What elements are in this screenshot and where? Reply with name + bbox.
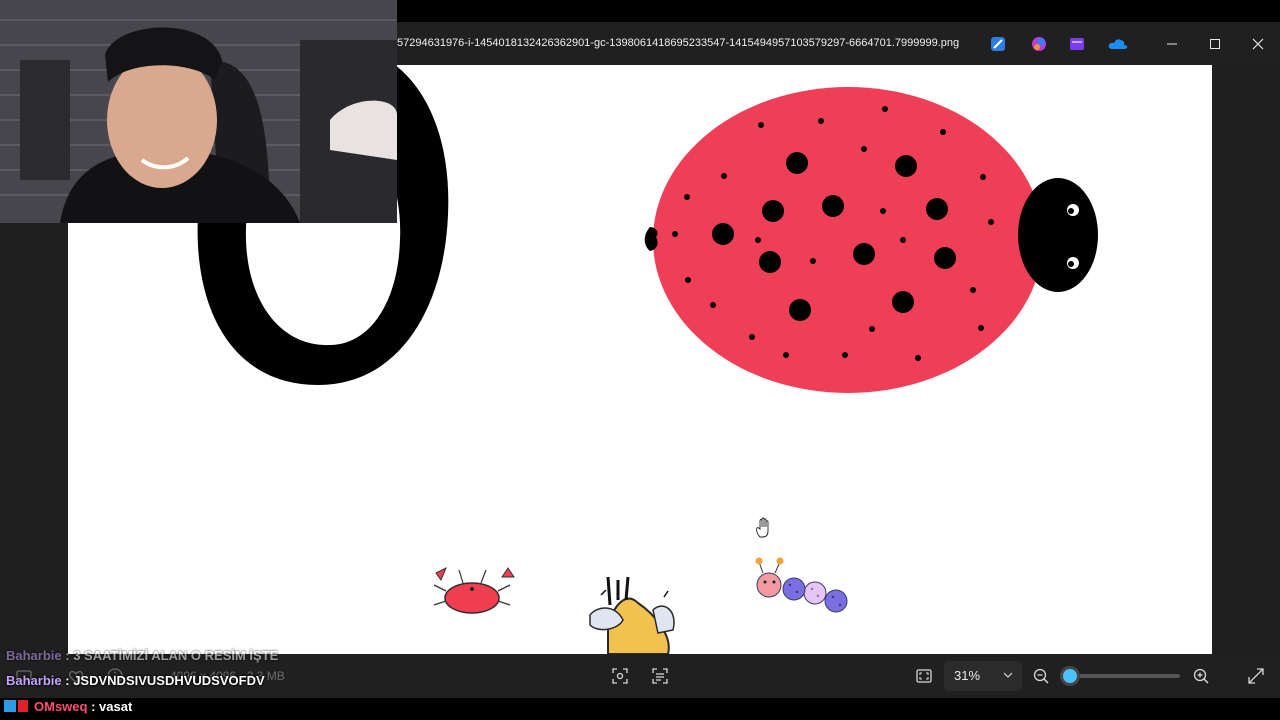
chat-message: Baharbie : JSDVNDSIVUSDHVUDSVOFDV bbox=[6, 673, 265, 688]
chat-text: vasat bbox=[99, 699, 133, 714]
stream-chat-strip bbox=[0, 698, 1280, 720]
zoom-out-icon[interactable] bbox=[1031, 666, 1051, 686]
viewer-margin-right bbox=[1212, 65, 1280, 654]
caterpillar-sticker bbox=[755, 557, 848, 613]
full-screen-icon[interactable] bbox=[1246, 666, 1266, 686]
designer-icon[interactable] bbox=[990, 36, 1006, 52]
zoom-level-value: 31% bbox=[954, 668, 981, 683]
close-icon[interactable] bbox=[1246, 32, 1270, 56]
chat-text: 3 SAATİMİZİ ALAN O RESİM İŞTE bbox=[73, 648, 279, 663]
webcam-image bbox=[0, 0, 397, 223]
onedrive-icon[interactable] bbox=[1108, 36, 1128, 52]
chat-username: Baharbie bbox=[6, 673, 62, 688]
ocr-scan-icon[interactable] bbox=[650, 666, 670, 686]
chat-message: Baharbie : 3 SAATİMİZİ ALAN O RESİM İŞTE bbox=[6, 648, 278, 663]
chat-separator: : bbox=[87, 699, 100, 714]
zoom-level-dropdown[interactable]: 31% bbox=[944, 661, 1022, 691]
chevron-down-icon bbox=[1003, 672, 1013, 678]
copilot-icon[interactable] bbox=[1031, 36, 1047, 52]
chat-text: JSDVNDSIVUSDHVUDSVOFDV bbox=[73, 673, 265, 688]
chat-separator: : bbox=[61, 648, 74, 663]
chat-username: Baharbie bbox=[6, 648, 62, 663]
clipchamp-icon[interactable] bbox=[1069, 36, 1085, 52]
webcam-overlay bbox=[0, 0, 397, 223]
chat-separator: : bbox=[61, 673, 74, 688]
chat-badge-icon bbox=[4, 700, 16, 712]
hand-cursor-icon bbox=[756, 517, 769, 538]
chat-badge-icon bbox=[18, 700, 28, 712]
minimize-icon[interactable] bbox=[1160, 32, 1184, 56]
maximize-icon[interactable] bbox=[1203, 32, 1227, 56]
zoom-in-icon[interactable] bbox=[1191, 666, 1211, 686]
file-name-title: 57294631976-i-1454018132426362901-gc-139… bbox=[397, 37, 960, 49]
zoom-slider[interactable] bbox=[1062, 669, 1180, 683]
fit-window-icon[interactable] bbox=[914, 666, 934, 686]
photos-app-window: 57294631976-i-1454018132426362901-gc-139… bbox=[0, 0, 1280, 720]
zoom-slider-thumb[interactable] bbox=[1062, 669, 1077, 683]
crab-sticker bbox=[433, 566, 515, 614]
select-area-icon[interactable] bbox=[610, 666, 630, 686]
chat-username: OMsweq bbox=[34, 699, 88, 714]
bird-sticker bbox=[589, 576, 675, 654]
ladybug-drawing bbox=[644, 87, 1098, 393]
chat-message: OMsweq : vasat bbox=[4, 699, 132, 714]
